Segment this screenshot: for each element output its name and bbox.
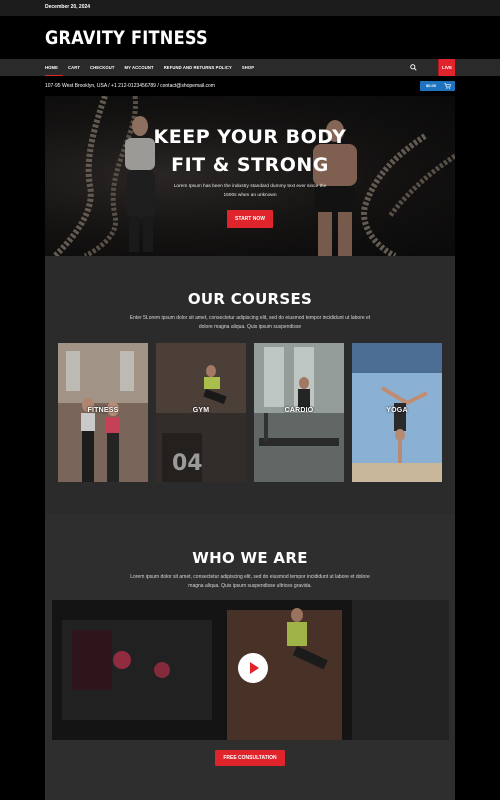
date-text: December 20, 2024 <box>45 4 91 10</box>
about-description: Lorem ipsum dolor sit amet, consectetur … <box>130 574 370 589</box>
hero-title-line1: KEEP YOUR BODY <box>153 126 347 148</box>
live-button[interactable]: LIVE <box>438 59 455 76</box>
right-margin <box>455 96 500 800</box>
courses-title: OUR COURSES <box>187 290 313 308</box>
nav-item-shop[interactable]: SHOP <box>242 59 259 76</box>
contact-info: 107-95 West Brooklyn, USA / +1 212-01234… <box>45 83 215 89</box>
gym-number-text: 04 <box>172 451 203 476</box>
nav-item-home[interactable]: HOME <box>45 59 63 76</box>
hero-title-line2: FIT & STRONG <box>171 154 329 176</box>
course-card-cardio[interactable]: CARDIO <box>254 343 344 482</box>
left-margin <box>0 96 45 800</box>
courses-description: Enter 5Lorem ipsum dolor sit amet, conse… <box>129 315 371 330</box>
course-card-yoga[interactable]: YOGA <box>352 343 442 482</box>
course-label-fitness: FITNESS <box>87 407 119 414</box>
nav-item-my-account[interactable]: MY ACCOUNT <box>125 59 159 76</box>
play-button-icon[interactable] <box>238 653 268 683</box>
main-nav: HOME CART CHECKOUT MY ACCOUNT REFUND AND… <box>0 59 500 135</box>
contact-bar: 107-95 West Brooklyn, USA / +1 212-01234… <box>0 76 500 96</box>
course-label-gym: GYM <box>192 407 210 414</box>
course-label-cardio: CARDIO <box>284 407 314 414</box>
cart-amount: $0.00 <box>426 83 437 88</box>
search-icon[interactable] <box>410 64 417 71</box>
about-video[interactable] <box>52 600 449 740</box>
nav-menu: HOME CART CHECKOUT MY ACCOUNT REFUND AND… <box>45 59 264 76</box>
hero-subtitle: Lorem Ipsum has been the industry standa… <box>173 184 327 198</box>
nav-item-checkout[interactable]: CHECKOUT <box>90 59 120 76</box>
hero-background-image <box>45 96 455 256</box>
site-logo[interactable]: GRAVITY FITNESS <box>45 27 208 49</box>
free-consultation-button[interactable]: FREE CONSULTATION <box>215 750 285 766</box>
course-card-fitness[interactable]: FITNESS <box>58 343 148 482</box>
course-card-gym[interactable]: GYM 04 <box>156 343 246 482</box>
cart-button[interactable]: $0.00 <box>420 81 455 91</box>
start-now-button[interactable]: START NOW <box>227 210 273 228</box>
courses-section: OUR COURSES Enter 5Lorem ipsum dolor sit… <box>45 256 455 514</box>
course-label-yoga: YOGA <box>386 407 408 414</box>
top-bar: December 20, 2024 <box>0 0 500 16</box>
about-title: WHO WE ARE <box>192 549 308 567</box>
hero-banner: KEEP YOUR BODY FIT & STRONG Lorem Ipsum … <box>45 96 455 256</box>
nav-item-cart[interactable]: CART <box>68 59 85 76</box>
cart-icon <box>444 83 451 89</box>
nav-item-refund-policy[interactable]: REFUND AND RETURNS POLICY <box>164 59 237 76</box>
about-section: WHO WE ARE Lorem ipsum dolor sit amet, c… <box>45 514 455 800</box>
